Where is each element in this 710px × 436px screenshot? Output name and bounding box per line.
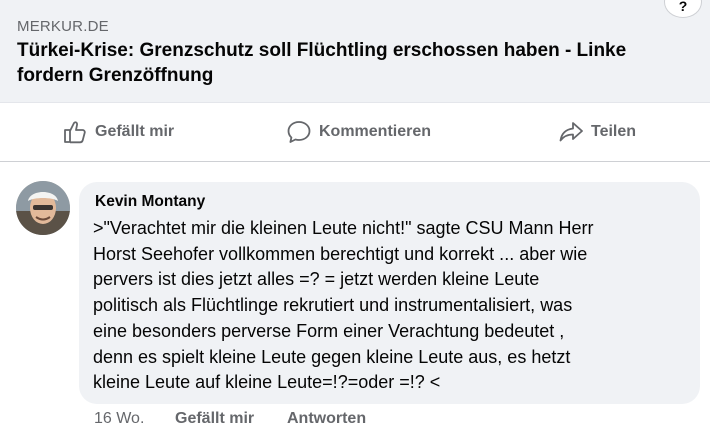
like-button[interactable]: Gefällt mir (62, 119, 174, 145)
comment-bubble: Kevin Montany >"Verachtet mir die kleine… (79, 182, 700, 404)
comment-button[interactable]: Kommentieren (286, 119, 431, 145)
comment-button-label: Kommentieren (319, 123, 432, 140)
share-arrow-icon (559, 122, 583, 142)
comment-bubble-icon (287, 121, 311, 143)
comment-line: kleine Leute auf kleine Leute=!?=oder =!… (93, 372, 441, 393)
link-source: MERKUR.DE (17, 18, 109, 35)
comment-line: politisch als Flüchtlinge rekrutiert und… (93, 295, 573, 316)
comment-line: >"Verachtet mir die kleinen Leute nicht!… (93, 218, 594, 238)
post-action-bar: Gefällt mir Kommentieren Teilen (0, 102, 710, 162)
comment-line: pervers ist dies jetzt alles =? = jetzt … (93, 269, 540, 290)
thumbs-up-icon (64, 121, 86, 144)
comment-author[interactable]: Kevin Montany (95, 193, 205, 211)
comment-line: Horst Seehofer vollkommen berechtigt und… (93, 243, 588, 264)
comment-timestamp[interactable]: 16 Wo. (94, 410, 144, 428)
avatar[interactable] (16, 181, 70, 235)
avatar-photo (16, 181, 70, 235)
link-preview-card[interactable]: MERKUR.DE Türkei-Krise: Grenzschutz soll… (0, 0, 710, 102)
share-button-label: Teilen (591, 123, 637, 140)
comment-text: >"Verachtet mir die kleinen Leute nicht!… (93, 216, 689, 396)
like-button-label: Gefällt mir (95, 123, 175, 140)
comment-like-button[interactable]: Gefällt mir (175, 410, 254, 428)
comment-reply-button[interactable]: Antworten (287, 410, 366, 428)
link-title[interactable]: Türkei-Krise: Grenzschutz soll Flüchtlin… (17, 38, 677, 88)
comment-line: eine besonders perverse Form einer Verac… (93, 320, 565, 341)
comment-line: denn es spielt kleine Leute gegen kleine… (93, 346, 571, 367)
share-button[interactable]: Teilen (558, 119, 636, 145)
